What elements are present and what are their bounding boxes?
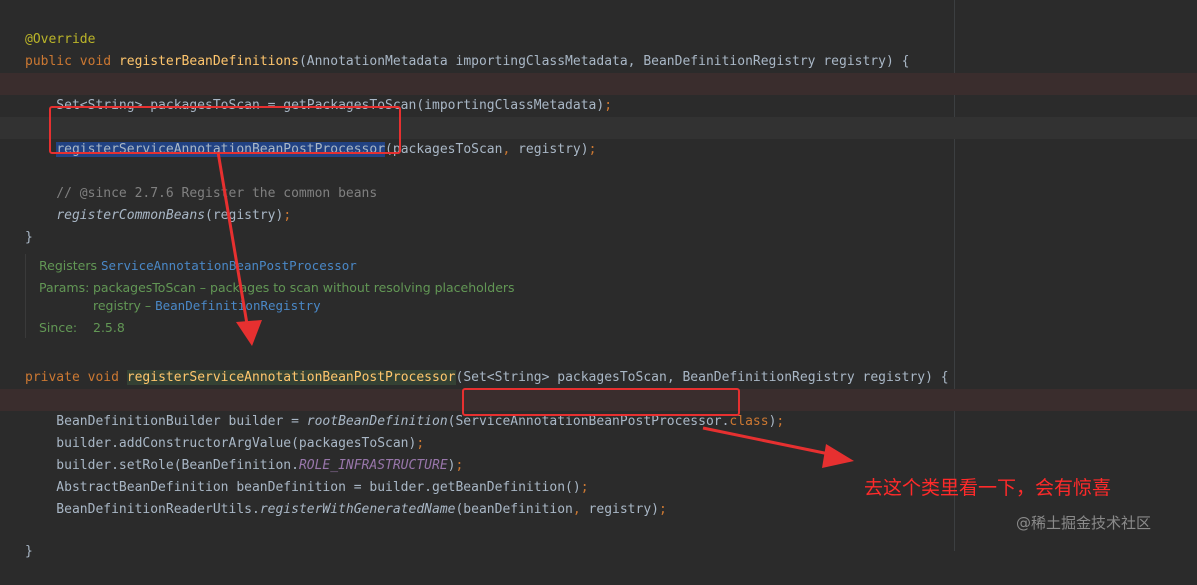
arrow-line-down (216, 151, 250, 331)
annotation-note: 去这个类里看一下，会有惊喜 (864, 477, 1112, 499)
arrow-head-down (236, 320, 262, 346)
arrow-head-right (822, 444, 854, 468)
arrow-line-right (702, 426, 835, 457)
annotation-arrows (216, 151, 854, 468)
watermark: @稀土掘金技术社区 (1016, 514, 1152, 532)
